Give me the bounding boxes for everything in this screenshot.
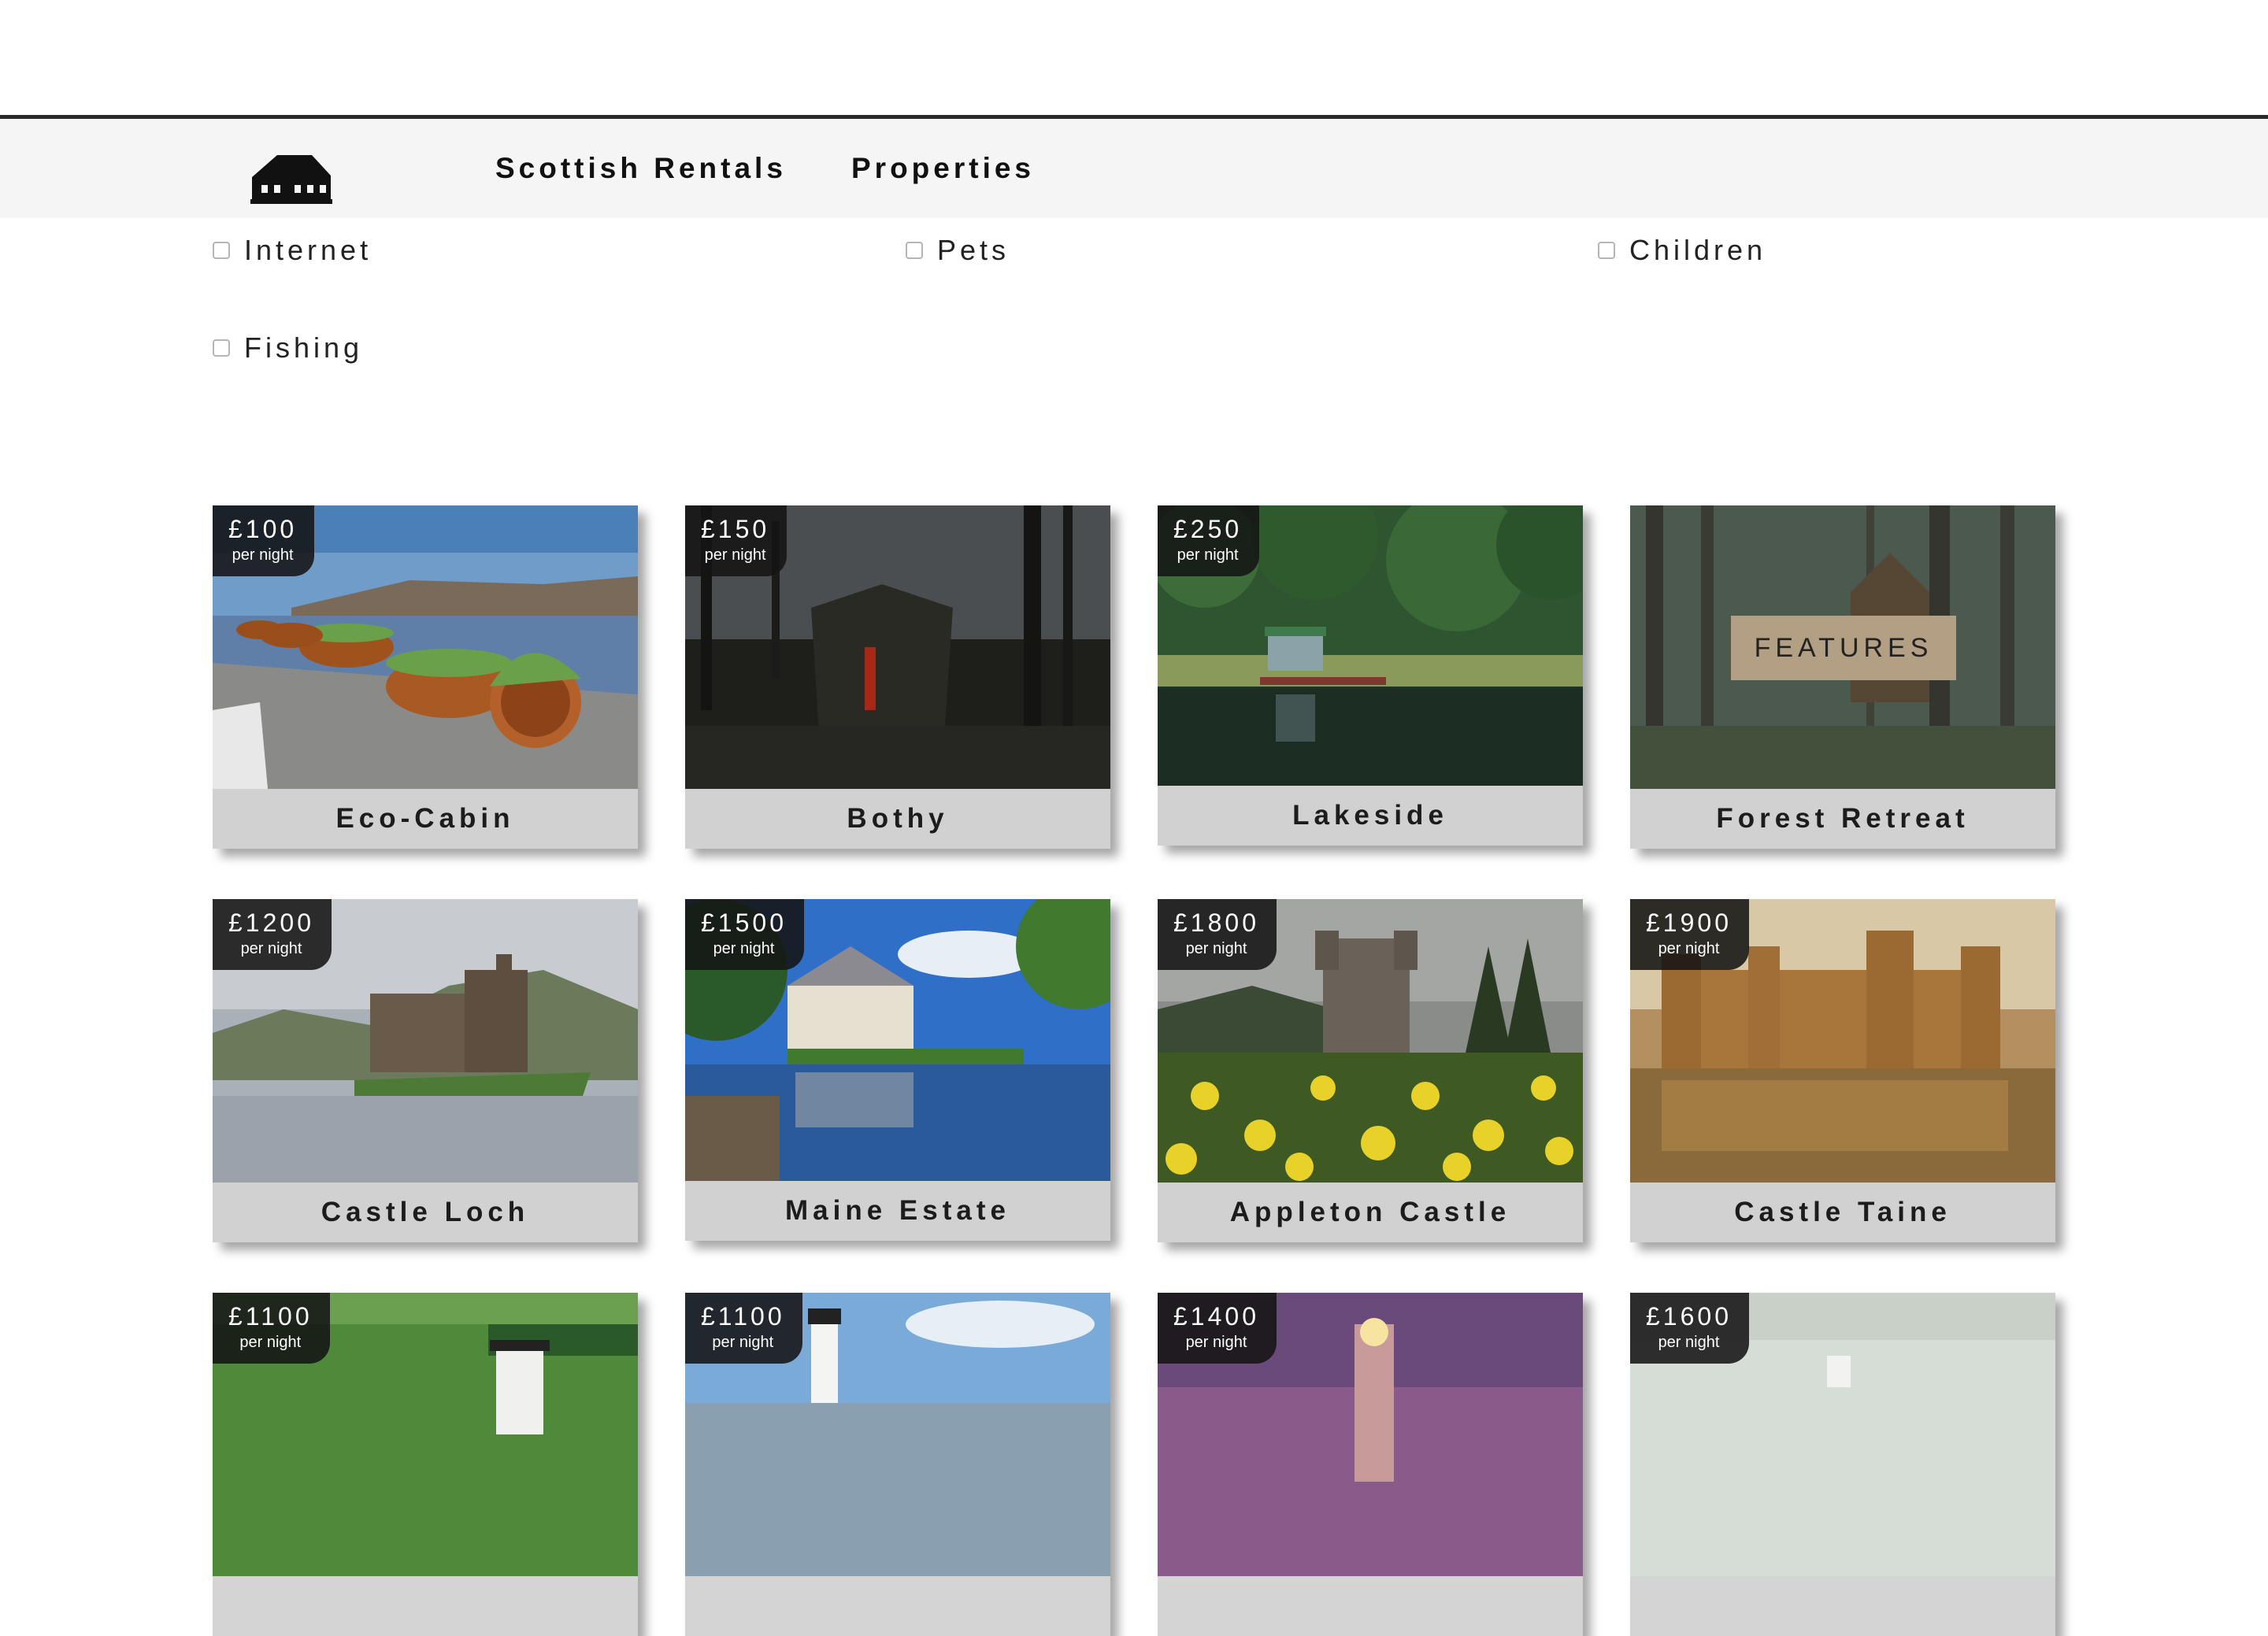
nav-link-scottish-rentals[interactable]: Scottish Rentals — [495, 119, 787, 218]
price-unit: per night — [1185, 940, 1247, 957]
property-card-lakeside[interactable]: £250 per night Lakeside — [1158, 505, 1583, 846]
price-unit: per night — [232, 546, 294, 564]
price-amount: £1100 — [701, 1302, 785, 1331]
property-name: Maine Estate — [685, 1181, 1110, 1241]
pets-checkbox[interactable] — [906, 242, 923, 259]
price-amount: £100 — [228, 515, 298, 543]
property-name: Appleton Castle — [1158, 1183, 1583, 1242]
filter-label: Fishing — [244, 331, 364, 364]
price-badge: £1400 per night — [1158, 1293, 1277, 1364]
price-badge: £1800 per night — [1158, 899, 1277, 970]
children-checkbox[interactable] — [1598, 242, 1615, 259]
filter-fishing[interactable]: Fishing — [213, 331, 363, 365]
property-name: Forest Retreat — [1630, 789, 2055, 849]
property-card-castle-taine[interactable]: £1900 per night Castle Taine — [1630, 899, 2055, 1242]
price-unit: per night — [1658, 1334, 1720, 1351]
price-unit: per night — [712, 1334, 774, 1351]
price-badge: £1900 per night — [1630, 899, 1749, 970]
property-card-appleton-castle[interactable]: £1800 per night Appleton Castle — [1158, 899, 1583, 1242]
fishing-checkbox[interactable] — [213, 339, 230, 357]
price-amount: £1600 — [1646, 1302, 1732, 1331]
filter-panel: Internet Pets Children Fishing — [0, 218, 2268, 505]
price-badge: £1600 per night — [1630, 1293, 1749, 1364]
property-card-eco-cabin[interactable]: £100 per night Eco-Cabin — [213, 505, 638, 849]
price-badge: £1100 per night — [213, 1293, 330, 1364]
price-unit: per night — [1658, 940, 1720, 957]
cabin-logo-icon[interactable] — [250, 154, 332, 204]
price-unit: per night — [1185, 1334, 1247, 1351]
price-badge: £1200 per night — [213, 899, 332, 970]
filter-label: Internet — [244, 234, 372, 266]
property-name: Bothy — [685, 789, 1110, 849]
price-badge: £1500 per night — [685, 899, 804, 970]
price-amount: £150 — [701, 515, 770, 543]
property-name: Castle Loch — [213, 1183, 638, 1242]
top-blank-area — [0, 0, 2268, 119]
property-card-lighthouse-3[interactable]: £1400 per night — [1158, 1293, 1583, 1636]
price-unit: per night — [239, 1334, 302, 1351]
price-amount: £1900 — [1646, 909, 1732, 937]
price-badge: £150 per night — [685, 505, 788, 576]
property-card-castle-loch[interactable]: £1200 per night Castle Loch — [213, 899, 638, 1242]
price-amount: £1800 — [1173, 909, 1259, 937]
filter-label: Children — [1629, 234, 1767, 266]
price-amount: £1100 — [228, 1302, 313, 1331]
property-card-maine-estate[interactable]: £1500 per night Maine Estate — [685, 899, 1110, 1241]
property-name: Lakeside — [1158, 786, 1583, 846]
price-badge: £250 per night — [1158, 505, 1260, 576]
nav-link-properties[interactable]: Properties — [851, 119, 1035, 218]
filter-label: Pets — [937, 234, 1010, 266]
price-amount: £1500 — [701, 909, 787, 937]
price-badge: £100 per night — [213, 505, 315, 576]
property-card-forest-retreat[interactable]: FEATURES Forest Retreat — [1630, 505, 2055, 849]
filter-internet[interactable]: Internet — [213, 234, 372, 267]
property-card-lighthouse-1[interactable]: £1100 per night — [213, 1293, 638, 1636]
price-unit: per night — [240, 940, 302, 957]
property-name: Eco-Cabin — [213, 789, 638, 849]
property-name: Castle Taine — [1630, 1183, 2055, 1242]
navbar: Scottish Rentals Properties — [0, 119, 2268, 218]
property-card-lighthouse-2[interactable]: £1100 per night — [685, 1293, 1110, 1636]
price-amount: £1200 — [228, 909, 314, 937]
price-amount: £1400 — [1173, 1302, 1259, 1331]
property-card-bothy[interactable]: £150 per night Bothy — [685, 505, 1110, 849]
price-unit: per night — [704, 546, 766, 564]
filter-pets[interactable]: Pets — [906, 234, 1010, 267]
features-button[interactable]: FEATURES — [1731, 616, 1956, 680]
filter-children[interactable]: Children — [1598, 234, 1766, 267]
price-unit: per night — [713, 940, 775, 957]
price-amount: £250 — [1173, 515, 1243, 543]
price-unit: per night — [1177, 546, 1239, 564]
internet-checkbox[interactable] — [213, 242, 230, 259]
property-card-lighthouse-4[interactable]: £1600 per night — [1630, 1293, 2055, 1636]
price-badge: £1100 per night — [685, 1293, 802, 1364]
